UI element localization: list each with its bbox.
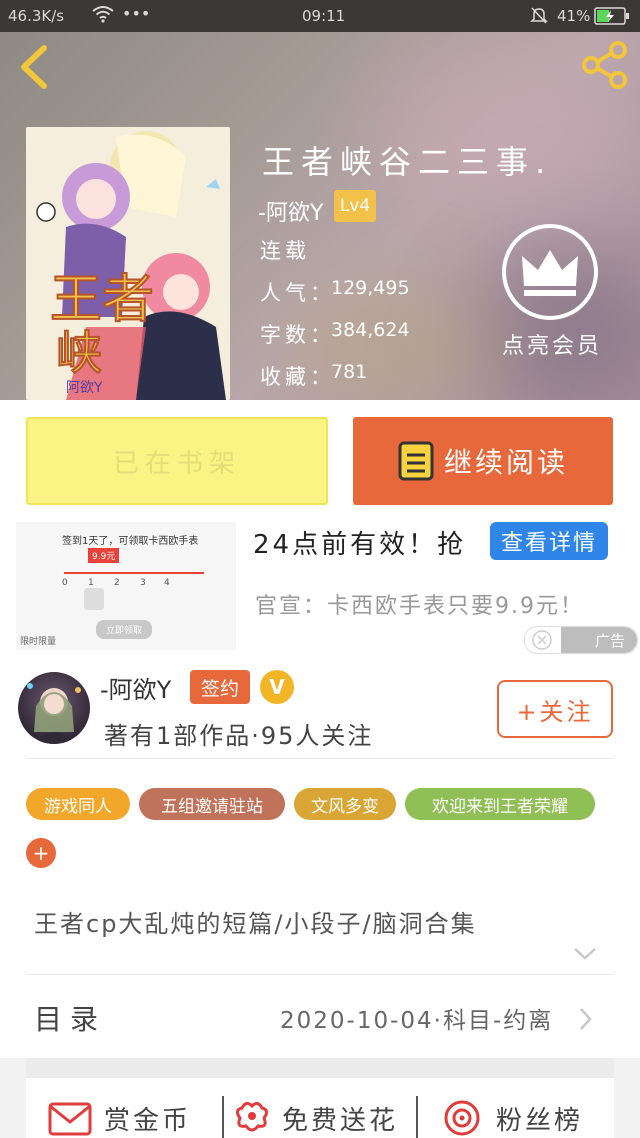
book-status: 连载	[260, 239, 310, 263]
close-icon	[532, 630, 552, 650]
chevron-right-icon	[578, 1006, 594, 1036]
tag-1[interactable]: 五组邀请驻站	[139, 788, 285, 820]
follow-button[interactable]: +关注	[497, 680, 613, 738]
author-name[interactable]: -阿欲Y	[100, 670, 171, 705]
tag-label: 文风多变	[311, 796, 379, 817]
watch-icon	[84, 588, 104, 610]
ad-close-badge[interactable]: 广告	[524, 626, 638, 654]
author-level-badge: Lv4	[334, 190, 376, 222]
word-count-label: 字数：	[260, 323, 335, 347]
svg-text:峡: 峡	[56, 326, 102, 380]
signed-badge: 签约	[190, 670, 250, 704]
wifi-icon	[92, 5, 114, 27]
book-icon	[398, 441, 434, 481]
more-dots: •••	[122, 4, 151, 23]
divider	[26, 758, 614, 759]
ad-title: 24点前有效！抢	[253, 530, 467, 560]
continue-reading-label: 继续阅读	[443, 446, 568, 479]
book-info: 游戏同人 五组邀请驻站 文风多变 欢迎来到王者荣耀 + 王者cp大乱炖的短篇/小…	[0, 758, 640, 1058]
share-icon	[582, 41, 627, 89]
avatar[interactable]	[18, 672, 90, 744]
section-gap	[26, 1058, 614, 1078]
flowers-label: 免费送花	[282, 1105, 399, 1136]
reward-label: 赏金币	[104, 1105, 192, 1136]
tag-label: 欢迎来到王者荣耀	[432, 796, 568, 817]
ad-image-button: 立即领取	[96, 620, 153, 639]
ad-banner[interactable]: 签到1天了，可领取卡西欧手表 9.9元 0 1 2 3 4 立即领取 限时限量 …	[0, 522, 640, 658]
toc-label: 目录	[34, 1003, 107, 1036]
membership-button[interactable]: 点亮会员	[498, 220, 604, 360]
tag-label: 游戏同人	[44, 796, 112, 817]
crown-icon	[502, 224, 598, 320]
action-row: 已在书架 继续阅读	[0, 400, 640, 522]
battery-icon	[594, 7, 630, 29]
free-flowers-button[interactable]: 免费送花	[232, 1098, 398, 1138]
ad-image[interactable]: 签到1天了，可领取卡西欧手表 9.9元 0 1 2 3 4 立即领取 限时限量	[16, 522, 236, 650]
battery-percent: 41%	[557, 7, 591, 25]
ad-image-price: 9.9元	[88, 548, 120, 563]
ad-image-step-4: 4	[164, 578, 170, 588]
book-header: 王者 峡 阿欲Y 王者峡谷二三事. -阿欲Y Lv4 连载 人气： 129,49…	[0, 32, 640, 400]
clock: 09:11	[302, 7, 346, 25]
popularity-label: 人气：	[260, 281, 335, 305]
fans-label: 粉丝榜	[496, 1105, 584, 1136]
ad-image-footer: 限时限量	[20, 637, 57, 647]
share-button[interactable]	[580, 40, 632, 92]
ad-image-progress	[64, 572, 204, 574]
author-section: -阿欲Y 签约 V 著有1部作品·95人关注 +关注	[0, 658, 640, 758]
author-stats: 著有1部作品·95人关注	[104, 722, 374, 750]
tag-0[interactable]: 游戏同人	[26, 788, 130, 820]
target-icon	[444, 1100, 480, 1136]
ad-image-step-0: 0	[62, 578, 68, 588]
separator	[222, 1096, 224, 1138]
separator	[416, 1096, 418, 1138]
cover-caption: 阿欲Y	[66, 380, 103, 396]
network-speed: 46.3K/s	[8, 7, 65, 25]
book-description[interactable]: 王者cp大乱炖的短篇/小段子/脑洞合集	[34, 904, 477, 939]
mute-bell-icon	[530, 6, 548, 28]
envelope-icon	[48, 1102, 92, 1136]
bottom-action-bar: 赏金币 免费送花 粉丝榜	[26, 1078, 614, 1138]
tag-label: 五组邀请驻站	[161, 796, 263, 817]
add-tag-button[interactable]: +	[26, 838, 56, 868]
ad-image-step-2: 2	[114, 578, 120, 588]
on-shelf-button[interactable]: 已在书架	[26, 417, 328, 505]
book-author[interactable]: -阿欲Y	[258, 195, 323, 227]
tag-2[interactable]: 文风多变	[294, 788, 396, 820]
flower-icon	[235, 1101, 269, 1132]
popularity-value: 129,495	[331, 277, 410, 299]
book-cover-image[interactable]: 王者 峡 阿欲Y	[26, 127, 230, 400]
latest-chapter: 2020-10-04·科目-约离	[280, 1008, 554, 1034]
word-count-value: 384,624	[331, 319, 410, 341]
ad-image-step-3: 3	[140, 578, 146, 588]
book-title: 王者峡谷二三事.	[262, 143, 553, 181]
favorites-label: 收藏：	[260, 365, 335, 389]
status-bar: 46.3K/s ••• 09:11 41%	[0, 0, 640, 32]
continue-reading-button[interactable]: 继续阅读	[353, 417, 613, 505]
reward-coins-button[interactable]: 赏金币	[46, 1098, 191, 1138]
tag-3[interactable]: 欢迎来到王者荣耀	[405, 788, 595, 820]
ad-image-step-1: 1	[88, 578, 94, 588]
expand-chevron-icon[interactable]	[572, 946, 598, 966]
svg-text:王者: 王者	[50, 270, 154, 330]
back-button[interactable]	[14, 42, 58, 96]
ad-description: 官宣：卡西欧手表只要9.9元！	[255, 594, 584, 619]
favorites-value: 781	[331, 361, 368, 383]
fans-ranking-button[interactable]: 粉丝榜	[442, 1098, 583, 1138]
vip-icon: V	[260, 670, 294, 704]
on-shelf-label: 已在书架	[112, 448, 241, 479]
ad-detail-button[interactable]: 查看详情	[490, 522, 608, 560]
ad-label: 广告	[595, 632, 626, 650]
back-arrow-icon	[21, 45, 47, 89]
ad-image-headline: 签到1天了，可领取卡西欧手表	[62, 536, 199, 547]
membership-label: 点亮会员	[502, 334, 603, 359]
